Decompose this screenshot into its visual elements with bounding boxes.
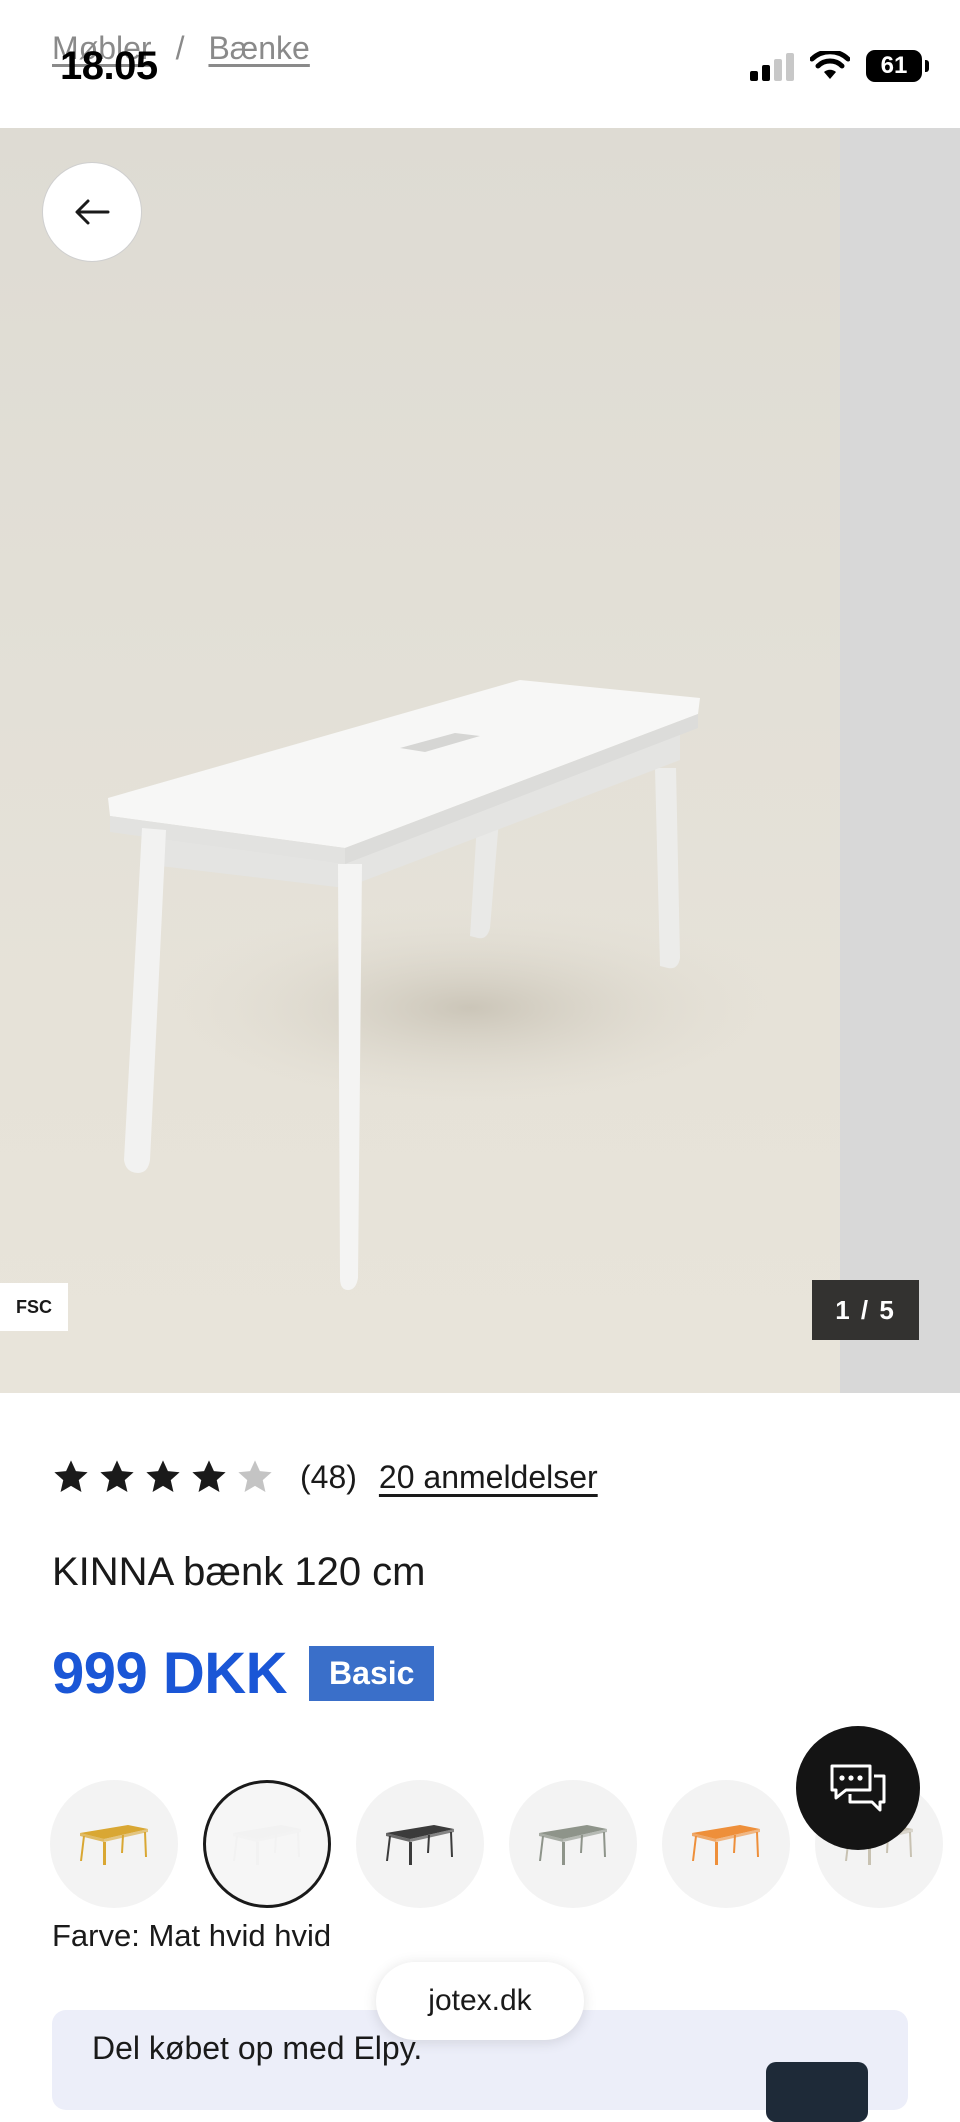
breadcrumb-separator: / xyxy=(175,30,185,66)
bench-thumbnail-icon xyxy=(386,1825,454,1865)
color-label: Farve: Mat hvid hvid xyxy=(52,1918,332,1953)
color-swatch[interactable] xyxy=(509,1780,637,1908)
bench-illustration xyxy=(108,680,800,1290)
top-bar: Møbler / Bænke 18.05 61 xyxy=(0,0,960,128)
status-time: 18.05 xyxy=(60,44,158,88)
elpy-text: Del købet op med Elpy. xyxy=(92,2030,423,2066)
wifi-icon xyxy=(810,51,850,79)
url-bar[interactable]: jotex.dk xyxy=(376,1962,584,2040)
rating-row: (48) 20 anmeldelser xyxy=(52,1458,598,1496)
rating-count: (48) xyxy=(300,1458,357,1495)
battery-icon: 61 xyxy=(866,50,929,82)
star-filled-icon xyxy=(192,1460,226,1493)
bench-thumbnail-icon xyxy=(233,1825,301,1865)
star-filled-icon xyxy=(146,1460,180,1493)
product-image[interactable] xyxy=(0,128,840,1393)
basic-badge: Basic xyxy=(309,1646,435,1701)
elpy-button[interactable] xyxy=(766,2062,868,2122)
chat-bubbles-icon xyxy=(830,1764,886,1812)
price-row: 999 DKK Basic xyxy=(52,1640,435,1707)
product-title: KINNA bænk 120 cm xyxy=(52,1550,426,1594)
rating-stars xyxy=(52,1458,274,1496)
color-swatch[interactable] xyxy=(50,1780,178,1908)
color-swatch[interactable] xyxy=(203,1780,331,1908)
star-filled-icon xyxy=(54,1460,88,1493)
product-gallery[interactable]: FSC 1 / 5 xyxy=(0,128,960,1393)
product-price: 999 DKK xyxy=(52,1641,288,1706)
star-filled-icon xyxy=(100,1460,134,1493)
back-button[interactable] xyxy=(42,162,142,262)
bench-thumbnail-icon xyxy=(80,1825,148,1865)
color-swatch[interactable] xyxy=(356,1780,484,1908)
breadcrumb-link-baenke[interactable]: Bænke xyxy=(208,30,309,67)
bench-thumbnail-icon xyxy=(539,1825,607,1865)
chat-button[interactable] xyxy=(796,1726,920,1850)
status-icons: 61 xyxy=(750,50,929,82)
cellular-signal-icon xyxy=(750,51,794,81)
next-image-preview[interactable] xyxy=(840,128,960,1393)
color-swatch[interactable] xyxy=(662,1780,790,1908)
star-empty-icon xyxy=(238,1460,272,1493)
fsc-badge: FSC xyxy=(0,1283,68,1331)
image-counter: 1 / 5 xyxy=(812,1280,919,1340)
bench-thumbnail-icon xyxy=(692,1825,760,1865)
arrow-left-icon xyxy=(75,199,110,225)
reviews-link[interactable]: 20 anmeldelser xyxy=(379,1459,598,1496)
